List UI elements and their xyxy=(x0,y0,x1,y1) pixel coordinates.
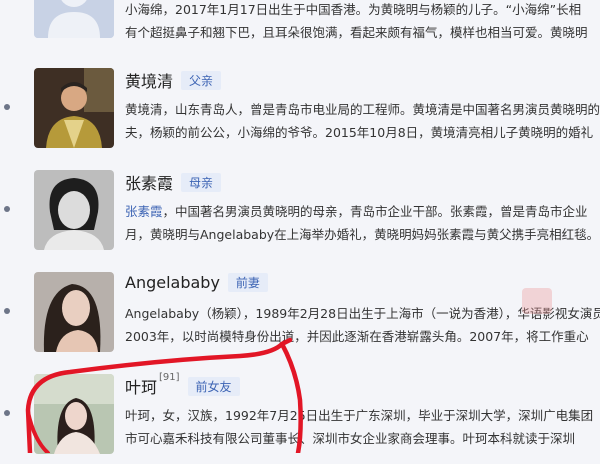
person-name-link[interactable]: Angelababy xyxy=(125,273,220,292)
timeline-dot xyxy=(4,410,10,416)
person-name-link[interactable]: 黄境清 xyxy=(125,72,173,91)
avatar-photo[interactable] xyxy=(34,68,114,148)
relation-description: 张素霞，中国著名男演员黄晓明的母亲，青岛市企业干部。张素霞，曾是青岛市企业 月，… xyxy=(125,200,600,246)
relation-header: Angelababy 前妻 xyxy=(125,272,268,298)
description-line: 黄境清，山东青岛人，曾是青岛市电业局的工程师。黄境清是中国著名男演员黄晓明的父亲… xyxy=(125,102,600,117)
relation-header: 叶珂[91] 前女友 xyxy=(125,372,240,400)
relation-item: 叶珂[91] 前女友 叶珂，女，汉族，1992年7月25日出生于广东深圳，毕业于深… xyxy=(34,372,600,464)
highlight-mark xyxy=(522,288,552,314)
relation-header: 张素霞 母亲 xyxy=(125,170,222,196)
timeline-line xyxy=(6,0,8,453)
description-line: 夫，杨颖的前公公，小海绵的爷爷。2015年10月8日，黄境清亮相儿子黄晓明的婚礼 xyxy=(125,125,594,140)
description-line: 有个超挺鼻子和翘下巴，且耳朵很饱满，看起来颇有福气，模样也相当可爱。黄晓明 xyxy=(125,25,588,40)
description-line: 2003年，以时尚模特身份出道，并因此逐渐在香港崭露头角。2007年，将工作重心 xyxy=(125,329,589,344)
relation-tag: 父亲 xyxy=(181,70,222,90)
person-mention-link[interactable]: 张素霞 xyxy=(125,204,163,219)
avatar-photo[interactable] xyxy=(34,272,114,352)
description-line: 叶珂，女，汉族，1992年7月25日出生于广东深圳，毕业于深圳大学，深圳广电集团 xyxy=(125,408,594,423)
description-text: ，中国著名男演员黄晓明的母亲，青岛市企业干部。张素霞，曾是青岛市企业 xyxy=(162,204,588,219)
description-line: 市可心嘉禾科技有限公司董事长、深圳市女企业家商会理事。叶珂本科就读于深圳 xyxy=(125,431,576,446)
timeline-dot xyxy=(4,104,10,110)
timeline-dot xyxy=(4,308,10,314)
avatar-placeholder[interactable] xyxy=(34,0,114,38)
description-line: 月，黄晓明与Angelababy在上海举办婚礼，黄晓明妈妈张素霞与黄父携手亮相红… xyxy=(125,227,600,242)
description-line: 张素霞，中国著名男演员黄晓明的母亲，青岛市企业干部。张素霞，曾是青岛市企业 xyxy=(125,200,600,223)
relation-description: 叶珂，女，汉族，1992年7月25日出生于广东深圳，毕业于深圳大学，深圳广电集团… xyxy=(125,404,600,450)
avatar-photo[interactable] xyxy=(34,170,114,250)
person-name-link[interactable]: 叶珂 xyxy=(125,378,157,397)
timeline-dot xyxy=(4,206,10,212)
portrait-photo xyxy=(34,170,114,250)
relation-description: 小海绵，2017年1月17日出生于中国香港。为黄晓明与杨颖的儿子。“小海绵”长相… xyxy=(125,0,600,44)
relation-item: 小海绵，2017年1月17日出生于中国香港。为黄晓明与杨颖的儿子。“小海绵”长相… xyxy=(34,0,600,48)
relation-tag: 前女友 xyxy=(187,376,240,396)
relation-item: 张素霞 母亲 张素霞，中国著名男演员黄晓明的母亲，青岛市企业干部。张素霞，曾是青岛… xyxy=(34,170,600,260)
citation-ref[interactable]: [91] xyxy=(159,372,180,383)
portrait-photo xyxy=(34,272,114,352)
relation-tag: 母亲 xyxy=(181,172,222,192)
relation-tag: 前妻 xyxy=(227,273,268,292)
portrait-photo xyxy=(34,374,114,454)
description-line: 小海绵，2017年1月17日出生于中国香港。为黄晓明与杨颖的儿子。“小海绵”长相 xyxy=(125,2,582,17)
relation-item: Angelababy 前妻 Angelababy（杨颖），1989年2月28日出生… xyxy=(34,272,600,362)
relation-description: 黄境清，山东青岛人，曾是青岛市电业局的工程师。黄境清是中国著名男演员黄晓明的父亲… xyxy=(125,98,600,144)
relation-header: 黄境清 父亲 xyxy=(125,68,222,94)
avatar-photo[interactable] xyxy=(34,374,114,454)
portrait-photo xyxy=(34,68,114,148)
person-name-link[interactable]: 张素霞 xyxy=(125,174,173,193)
person-icon xyxy=(34,0,114,38)
relation-item: 黄境清 父亲 黄境清，山东青岛人，曾是青岛市电业局的工程师。黄境清是中国著名男演员… xyxy=(34,68,600,158)
